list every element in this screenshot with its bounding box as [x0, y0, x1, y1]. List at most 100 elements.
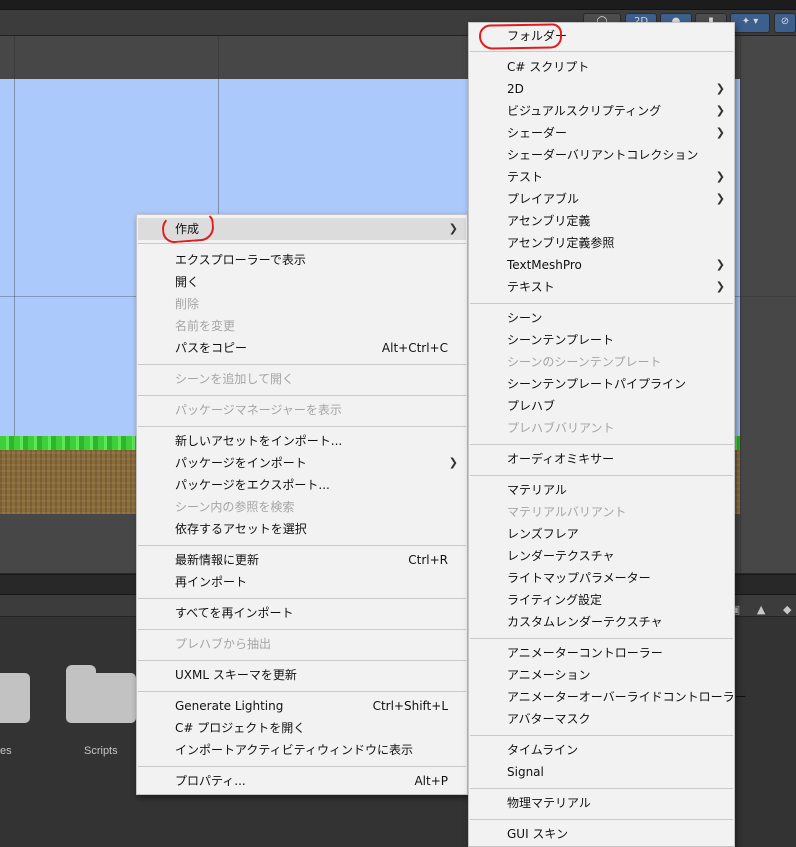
context-menu-item-19[interactable]: C# プロジェクトを開く [138, 717, 466, 739]
create-submenu-item-29[interactable]: アバターマスク [470, 708, 733, 730]
menu-item-label: Signal [507, 765, 544, 779]
create-submenu-item-15[interactable]: シーンテンプレートパイプライン [470, 373, 733, 395]
context-menu-item-15[interactable]: すべてを再インポート [138, 602, 466, 624]
context-menu-item-13[interactable]: 最新情報に更新 Ctrl+R [138, 549, 466, 571]
context-menu-item-6[interactable]: シーンを追加して開く [138, 368, 466, 390]
menu-item-label: C# スクリプト [507, 60, 590, 74]
filter-icon[interactable]: ▲ [753, 603, 769, 619]
create-submenu-item-27[interactable]: アニメーション [470, 664, 733, 686]
tag-icon[interactable]: ◆ [779, 603, 795, 619]
create-submenu-item-33[interactable]: GUI スキン [470, 823, 733, 845]
create-submenu-item-24[interactable]: ライティング設定 [470, 589, 733, 611]
context-menu-item-1[interactable]: エクスプローラーで表示 [138, 249, 466, 271]
eye-slash-icon: ⊘ [780, 16, 790, 27]
menu-item-label: GUI スキン [507, 827, 569, 841]
context-menu-item-17[interactable]: UXML スキーマを更新 [138, 664, 466, 686]
context-menu-item-11[interactable]: シーン内の参照を検索 [138, 496, 466, 518]
menu-item-label: UXML スキーマを更新 [175, 668, 297, 682]
context-menu-item-7[interactable]: パッケージマネージャーを表示 [138, 399, 466, 421]
folder-icon[interactable] [66, 665, 136, 723]
create-submenu-item-26[interactable]: アニメーターコントローラー [470, 642, 733, 664]
menu-item-label: パッケージをインポート [175, 456, 307, 470]
menu-item-label: エクスプローラーで表示 [175, 253, 306, 267]
context-menu-item-16[interactable]: プレハブから抽出 [138, 633, 466, 655]
create-submenu: フォルダー C# スクリプト 2D ❯ ビジュアルスクリプティング ❯ シェーダー ❯ シェーダ… [468, 22, 747, 847]
create-submenu-item-28[interactable]: アニメーターオーバーライドコントローラー [470, 686, 747, 708]
context-menu-item-2[interactable]: 開く [138, 271, 466, 293]
hidden-objects-button[interactable]: ⊘ [774, 13, 796, 33]
menu-item-label: シーンのシーンテンプレート [507, 355, 662, 369]
create-submenu-item-7[interactable]: プレイアブル ❯ [470, 188, 733, 210]
menu-item-label: タイムライン [507, 743, 579, 757]
context-menu-item-3[interactable]: 削除 [138, 293, 466, 315]
create-submenu-item-8[interactable]: アセンブリ定義 [470, 210, 733, 232]
menu-separator [138, 766, 466, 767]
menu-item-label: テスト [507, 170, 544, 184]
context-menu-item-10[interactable]: パッケージをエクスポート... [138, 474, 466, 496]
menu-item-label: ビジュアルスクリプティング [507, 104, 662, 118]
context-menu-item-5[interactable]: パスをコピー Alt+Ctrl+C [138, 337, 466, 359]
context-menu-item-14[interactable]: 再インポート [138, 571, 466, 593]
create-submenu-item-9[interactable]: アセンブリ定義参照 [470, 232, 733, 254]
effects-dropdown-button[interactable]: ✦ ▾ [730, 13, 770, 33]
create-submenu-item-22[interactable]: レンダーテクスチャ [470, 545, 733, 567]
create-submenu-item-10[interactable]: TextMeshPro ❯ [470, 254, 733, 276]
create-submenu-item-17[interactable]: プレハブバリアント [470, 417, 733, 439]
menu-item-label: アセンブリ定義 [507, 214, 591, 228]
menu-item-label: プロパティ... [175, 774, 246, 788]
menu-item-label: シェーダーバリアントコレクション [507, 148, 699, 162]
create-submenu-item-32[interactable]: 物理マテリアル [470, 792, 733, 814]
menu-item-label: 名前を変更 [175, 319, 236, 333]
chevron-right-icon: ❯ [715, 126, 725, 139]
create-submenu-item-30[interactable]: タイムライン [470, 739, 733, 761]
effects-icon: ✦ ▾ [741, 16, 759, 27]
create-submenu-item-14[interactable]: シーンのシーンテンプレート [470, 351, 733, 373]
folder-label: es [0, 745, 12, 757]
create-submenu-item-23[interactable]: ライトマップパラメーター [470, 567, 733, 589]
context-menu-item-9[interactable]: パッケージをインポート ❯ [138, 452, 466, 474]
context-menu-item-21[interactable]: プロパティ... Alt+P [138, 770, 466, 792]
create-submenu-item-31[interactable]: Signal [470, 761, 733, 783]
folder-icon[interactable] [0, 665, 30, 723]
chevron-right-icon: ❯ [715, 104, 725, 117]
create-submenu-item-3[interactable]: ビジュアルスクリプティング ❯ [470, 100, 733, 122]
create-submenu-item-25[interactable]: カスタムレンダーテクスチャ [470, 611, 733, 633]
grid-line [740, 36, 741, 573]
menu-item-label: アニメーターオーバーライドコントローラー [507, 690, 747, 704]
context-menu-item-8[interactable]: 新しいアセットをインポート... [138, 430, 466, 452]
create-submenu-item-21[interactable]: レンズフレア [470, 523, 733, 545]
create-submenu-item-20[interactable]: マテリアルバリアント [470, 501, 733, 523]
context-menu-item-4[interactable]: 名前を変更 [138, 315, 466, 337]
menu-item-label: 物理マテリアル [507, 796, 591, 810]
menu-separator [470, 638, 733, 639]
menu-item-label: シーン [507, 311, 543, 325]
menu-separator [138, 629, 466, 630]
create-submenu-item-5[interactable]: シェーダーバリアントコレクション [470, 144, 733, 166]
context-menu-item-18[interactable]: Generate Lighting Ctrl+Shift+L [138, 695, 466, 717]
menu-item-label: シーンを追加して開く [175, 372, 295, 386]
menu-separator [470, 735, 733, 736]
menu-separator [138, 545, 466, 546]
create-submenu-item-1[interactable]: C# スクリプト [470, 56, 733, 78]
create-submenu-item-11[interactable]: テキスト ❯ [470, 276, 733, 298]
menu-item-label: パッケージマネージャーを表示 [175, 403, 342, 417]
menu-item-shortcut: Ctrl+Shift+L [372, 699, 448, 713]
menu-item-label: Generate Lighting [175, 699, 284, 713]
chevron-right-icon: ❯ [448, 222, 458, 235]
create-submenu-item-6[interactable]: テスト ❯ [470, 166, 733, 188]
context-menu-item-20[interactable]: インポートアクティビティウィンドウに表示 [138, 739, 466, 761]
menu-item-label: プレハブバリアント [507, 421, 615, 435]
create-submenu-item-19[interactable]: マテリアル [470, 479, 733, 501]
create-submenu-item-13[interactable]: シーンテンプレート [470, 329, 733, 351]
menu-item-label: ライティング設定 [507, 593, 603, 607]
create-submenu-item-18[interactable]: オーディオミキサー [470, 448, 733, 470]
menu-item-label: シーンテンプレートパイプライン [507, 377, 687, 391]
create-submenu-item-2[interactable]: 2D ❯ [470, 78, 733, 100]
create-submenu-item-16[interactable]: プレハブ [470, 395, 733, 417]
create-submenu-item-4[interactable]: シェーダー ❯ [470, 122, 733, 144]
context-menu-item-12[interactable]: 依存するアセットを選択 [138, 518, 466, 540]
menu-item-label: 依存するアセットを選択 [175, 522, 307, 536]
menu-item-label: テキスト [507, 280, 555, 294]
chevron-right-icon: ❯ [448, 456, 458, 469]
create-submenu-item-12[interactable]: シーン [470, 307, 733, 329]
